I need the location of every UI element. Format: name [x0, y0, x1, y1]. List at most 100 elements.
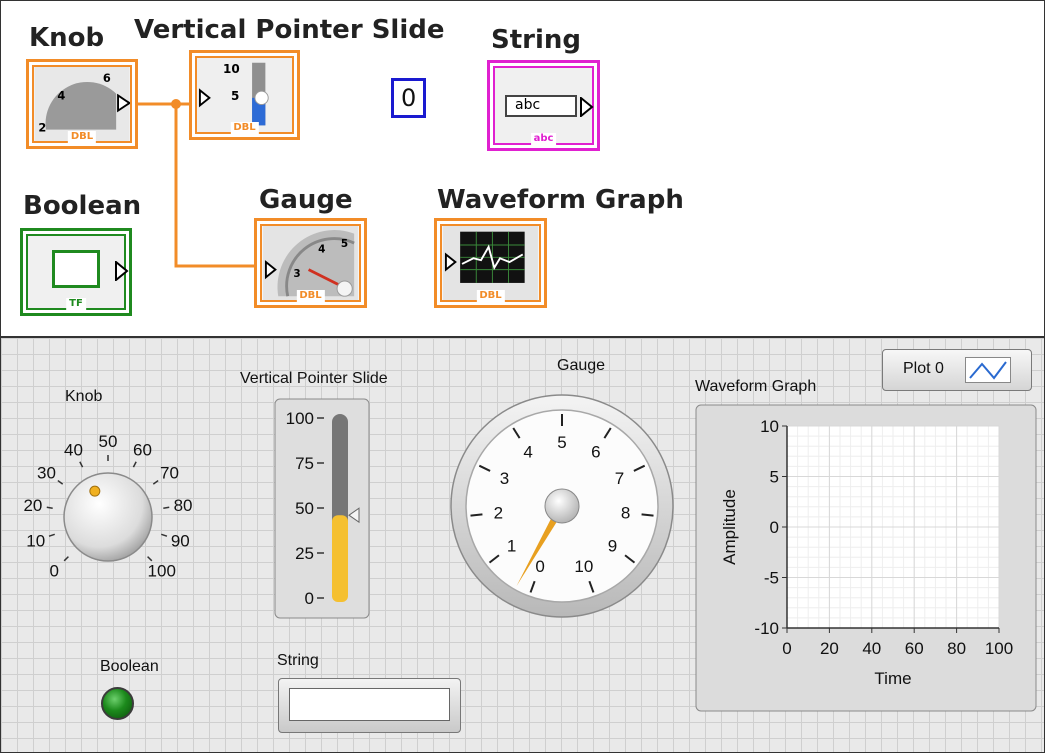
graph-y-tick-label: 5 — [770, 468, 779, 487]
gauge-tick-label: 0 — [535, 557, 544, 576]
waveform-graph[interactable]: 1050-5-100 20 40 60 80 100TimeAmplitude — [695, 404, 1039, 714]
boolean-terminal-arrow-icon — [115, 261, 129, 281]
boolean-terminal-label: Boolean — [23, 191, 142, 221]
gauge-label: Gauge — [557, 357, 606, 374]
gauge-terminal[interactable]: 4 5 3 DBL — [254, 218, 367, 308]
knob-tick — [152, 479, 159, 485]
gauge-tick-label: 2 — [494, 504, 503, 523]
plot-line-icon[interactable] — [965, 357, 1011, 383]
graph-terminal-label: Waveform Graph — [437, 185, 684, 215]
boolean-terminal[interactable]: TF — [20, 228, 132, 316]
string-terminal-field: abc — [505, 95, 577, 117]
string-terminal-type: abc — [530, 133, 557, 145]
slide-terminal-scale-top: 10 — [223, 62, 240, 76]
svg-text:3: 3 — [293, 268, 300, 280]
graph-x-tick-label: 100 — [985, 639, 1013, 658]
slide-tick-label: 0 — [305, 589, 314, 608]
graph-x-tick-label: 60 — [905, 639, 924, 658]
knob-tick — [48, 533, 55, 537]
knob-tick-label: 10 — [26, 531, 45, 550]
svg-text:6: 6 — [103, 71, 111, 85]
gauge-tick-label: 9 — [608, 536, 617, 555]
svg-text:4: 4 — [318, 244, 325, 256]
string-terminal-field-text: abc — [515, 97, 541, 113]
graph-x-tick-label: 80 — [947, 639, 966, 658]
knob-tick-label: 90 — [171, 531, 190, 550]
gauge-control[interactable]: 012 34 5 67 89 10 — [448, 382, 678, 632]
knob-indicator — [89, 485, 101, 497]
knob-tick-label: 20 — [23, 496, 42, 515]
knob-tick — [63, 556, 69, 562]
gauge-tick-label: 5 — [557, 433, 566, 452]
slide-terminal-label: Vertical Pointer Slide — [134, 15, 445, 45]
block-diagram: Knob 2 4 6 DBL Vertical Pointer Slide 10… — [0, 0, 1045, 336]
wire-junction — [171, 99, 181, 109]
string-label: String — [277, 652, 319, 669]
string-control — [278, 678, 461, 733]
numeric-constant[interactable]: 0 — [391, 78, 426, 118]
graph-label: Waveform Graph — [695, 378, 817, 395]
gauge-tick-label: 1 — [507, 536, 516, 555]
gauge-tick-label: 10 — [574, 557, 593, 576]
string-input[interactable] — [289, 688, 450, 721]
plot-legend-name: Plot 0 — [903, 360, 944, 377]
gauge-terminal-label: Gauge — [259, 185, 353, 215]
slide-terminal[interactable]: 10 5 DBL — [189, 50, 300, 140]
knob-terminal-type: DBL — [67, 131, 97, 143]
slide-tick-label: 100 — [286, 409, 314, 428]
gauge-hub — [544, 488, 580, 524]
graph-y-tick-label: 10 — [760, 417, 779, 436]
knob-tick — [57, 479, 64, 485]
graph-x-tick-label: 40 — [862, 639, 881, 658]
knob-tick — [161, 533, 168, 537]
string-terminal-arrow-icon — [580, 97, 594, 117]
plot-legend[interactable]: Plot 0 — [882, 349, 1032, 391]
knob-label: Knob — [65, 388, 103, 405]
graph-terminal-icon — [443, 226, 538, 300]
slide-fill — [332, 515, 348, 602]
knob-tick-label: 0 — [50, 562, 59, 581]
boolean-led[interactable] — [101, 687, 134, 720]
graph-x-tick-label: 20 — [820, 639, 839, 658]
knob-tick-label: 100 — [148, 562, 176, 581]
knob-terminal[interactable]: 2 4 6 DBL — [26, 59, 138, 149]
graph-terminal-type: DBL — [476, 290, 505, 302]
graph-y-tick-label: -5 — [764, 569, 779, 588]
svg-text:5: 5 — [341, 238, 348, 250]
slide-terminal-icon — [197, 58, 292, 132]
slide-control[interactable]: 100 75 50 25 0 — [272, 396, 374, 621]
svg-text:2: 2 — [38, 121, 46, 135]
gauge-terminal-type: DBL — [296, 290, 325, 302]
string-terminal-label: String — [491, 25, 582, 55]
slide-tick-label: 75 — [295, 454, 314, 473]
knob-tick — [163, 506, 170, 509]
string-terminal[interactable]: abc abc — [487, 60, 600, 151]
knob-tick-label: 70 — [160, 463, 179, 482]
graph-terminal[interactable]: DBL — [434, 218, 547, 308]
knob-tick-label: 60 — [133, 440, 152, 459]
graph-x-axis-title: Time — [874, 669, 911, 688]
knob-tick-label: 80 — [174, 496, 193, 515]
knob-tick-label: 30 — [37, 463, 56, 482]
gauge-tick-label: 4 — [523, 443, 532, 462]
knob-tick — [46, 506, 53, 509]
knob-tick — [79, 461, 84, 468]
knob-terminal-label: Knob — [29, 23, 105, 53]
graph-y-axis-title: Amplitude — [720, 489, 739, 565]
graph-x-tick-label: 0 — [782, 639, 791, 658]
slide-terminal-type: DBL — [230, 122, 259, 134]
knob-dial — [63, 472, 153, 562]
knob-tick-label: 40 — [64, 440, 83, 459]
graph-y-tick-label: 0 — [770, 518, 779, 537]
gauge-terminal-icon: 4 5 3 — [263, 226, 358, 300]
gauge-tick-label: 3 — [500, 469, 509, 488]
gauge-tick-label: 6 — [591, 443, 600, 462]
knob-tick — [132, 461, 137, 468]
gauge-tick — [641, 513, 654, 517]
knob-control[interactable]: 0 10 20 30 40 50 60 70 80 90 100 — [0, 410, 230, 610]
slide-label: Vertical Pointer Slide — [240, 370, 388, 387]
svg-text:4: 4 — [57, 88, 65, 102]
graph-y-tick-label: -10 — [754, 619, 779, 638]
gauge-tick — [470, 513, 483, 517]
knob-terminal-icon: 2 4 6 — [34, 67, 132, 141]
